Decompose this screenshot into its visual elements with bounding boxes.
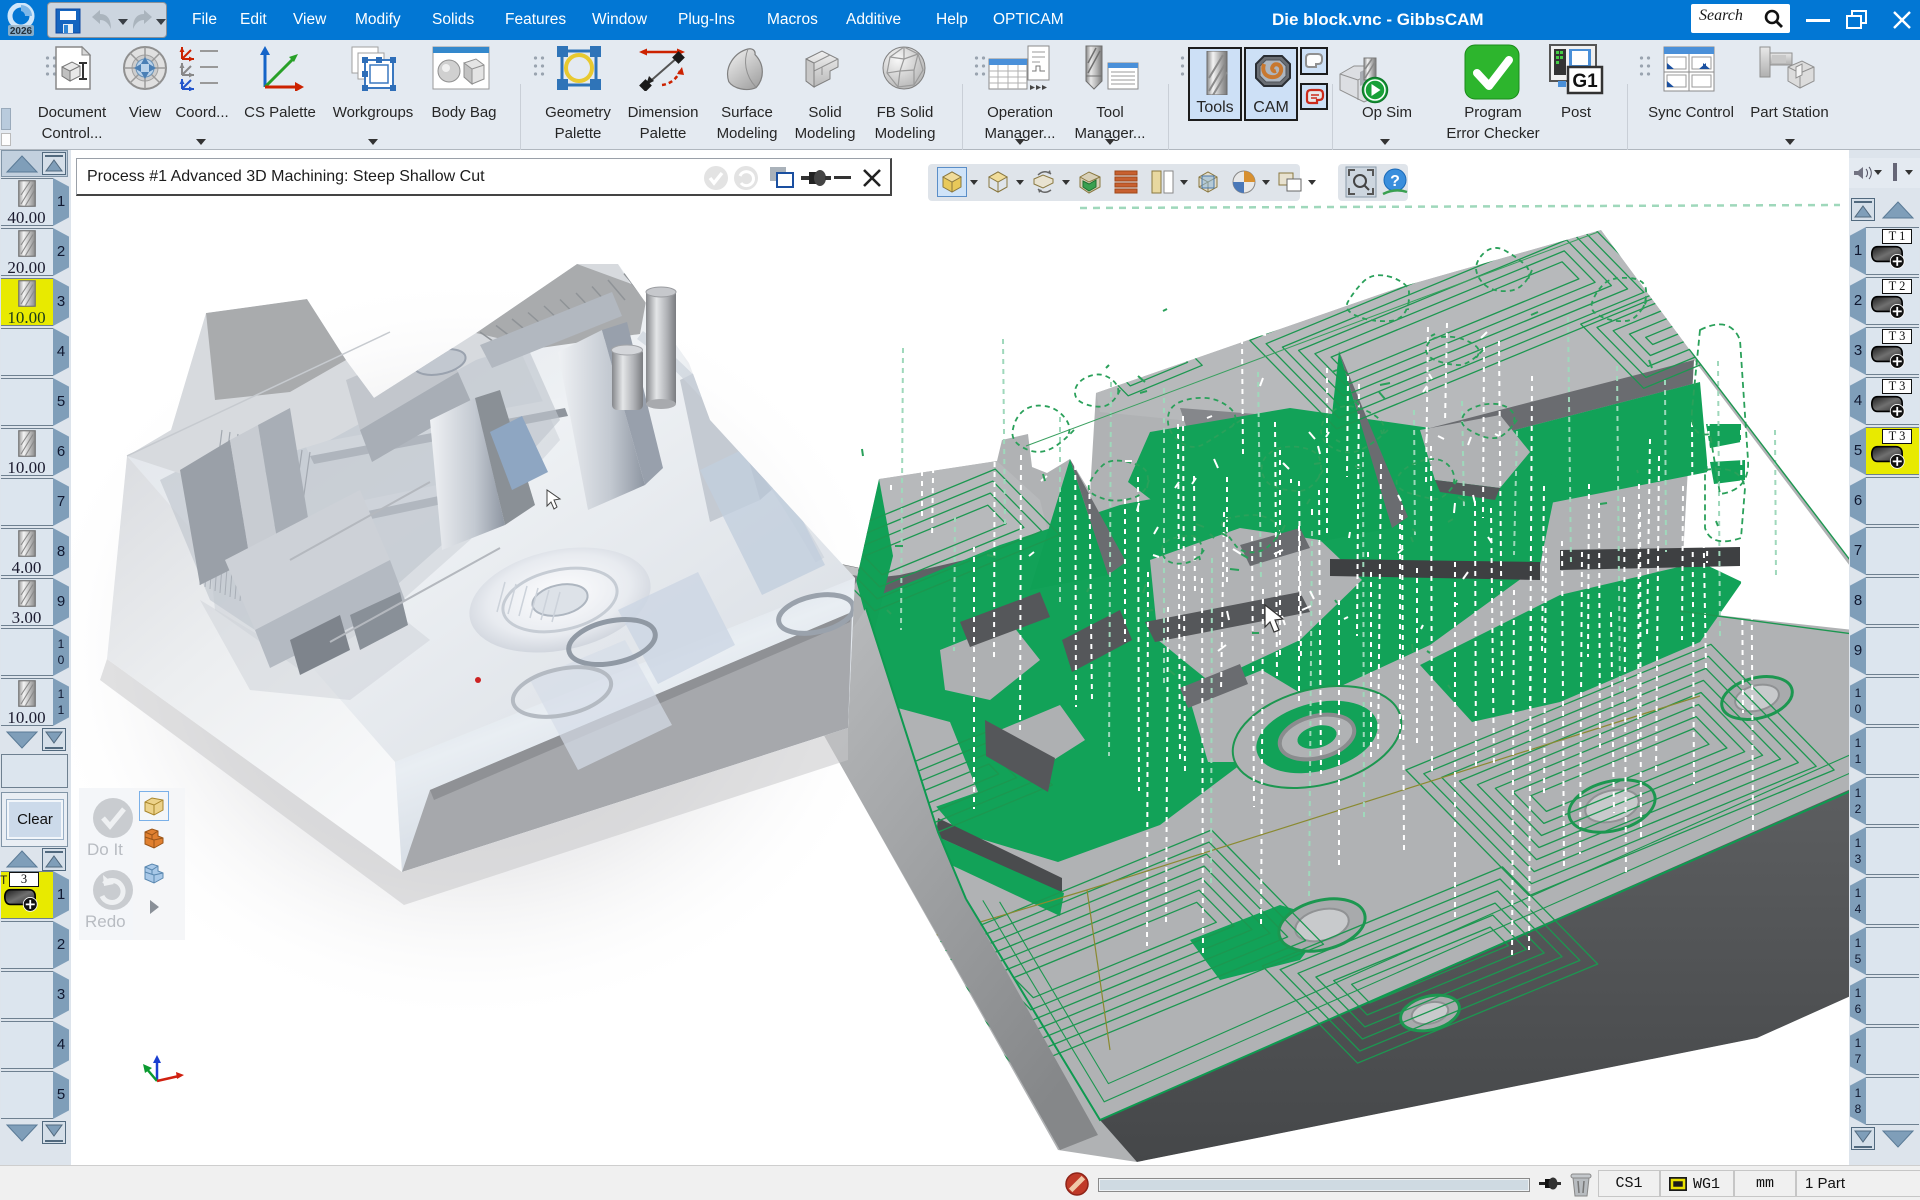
svg-text:G1: G1 <box>1572 71 1598 92</box>
svg-text:2026: 2026 <box>10 26 33 37</box>
svg-text:?: ? <box>1390 173 1400 190</box>
